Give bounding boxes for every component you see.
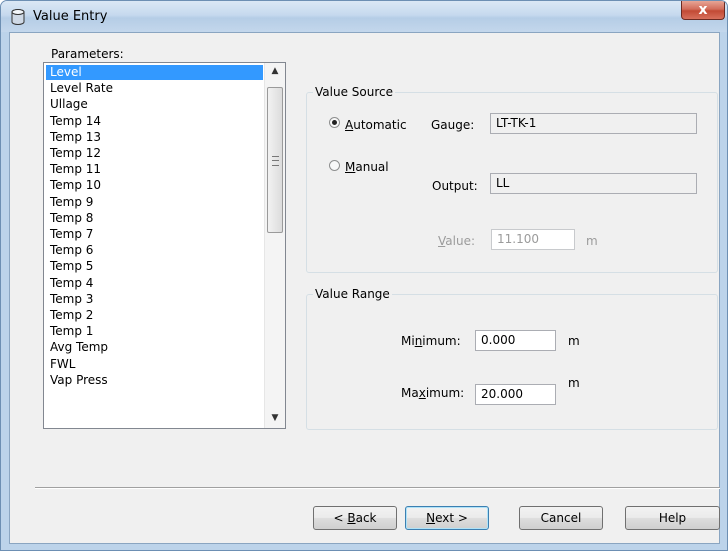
value-entry-window: Value Entry x Parameters: Level Level Rat… [0, 0, 728, 551]
back-button-key: B [347, 511, 356, 525]
parameter-list-item[interactable]: Temp 1 [46, 324, 263, 339]
manual-label-key: M [345, 160, 356, 174]
next-button-key: N [426, 511, 436, 525]
parameter-list-item[interactable]: Temp 3 [46, 292, 263, 307]
minimum-label-post: imum: [422, 334, 461, 348]
parameter-list-item[interactable]: Temp 2 [46, 308, 263, 323]
next-button-post: ext > [435, 511, 468, 525]
parameter-list-item[interactable]: Level [46, 65, 263, 80]
automatic-label-rest: utomatic [353, 118, 407, 132]
value-field[interactable]: 11.100 [491, 229, 575, 250]
title-bar[interactable]: Value Entry x [1, 1, 727, 32]
parameter-list-item[interactable]: Vap Press [46, 373, 263, 388]
parameter-list-item[interactable]: Temp 4 [46, 276, 263, 291]
minimum-input[interactable]: 0.000 [475, 330, 556, 351]
parameter-list-item[interactable]: FWL [46, 357, 263, 372]
parameter-list-item[interactable]: Avg Temp [46, 340, 263, 355]
value-source-legend: Value Source [313, 85, 395, 99]
parameter-list-item[interactable]: Level Rate [46, 81, 263, 96]
value-unit: m [586, 234, 598, 248]
parameter-list-item[interactable]: Ullage [46, 97, 263, 112]
automatic-label[interactable]: Automatic [345, 118, 407, 132]
maximum-input[interactable]: 20.000 [475, 384, 556, 405]
grip-icon [272, 156, 279, 166]
output-label: Output: [432, 179, 478, 193]
value-range-group: Value Range [306, 287, 718, 430]
scroll-down-arrow-icon[interactable]: ▼ [265, 410, 285, 427]
close-icon: x [698, 2, 708, 18]
scroll-up-arrow-icon[interactable]: ▲ [265, 63, 285, 80]
close-button[interactable]: x [681, 1, 725, 20]
back-button[interactable]: < Back [313, 506, 397, 530]
minimum-label-pre: Mi [401, 334, 415, 348]
parameter-list-item[interactable]: Temp 10 [46, 178, 263, 193]
parameters-label-text: Parameters: [51, 47, 124, 61]
value-label: Value: [438, 234, 475, 248]
maximum-label: Maximum: [401, 386, 464, 400]
parameter-list-item[interactable]: Temp 12 [46, 146, 263, 161]
button-separator [35, 487, 720, 489]
manual-label-rest: anual [355, 160, 389, 174]
minimum-unit: m [568, 334, 580, 348]
parameters-list[interactable]: Level Level Rate Ullage Temp 14 Temp 13 Temp … [43, 62, 286, 429]
parameter-list-item[interactable]: Temp 8 [46, 211, 263, 226]
maximum-label-pre: Ma [401, 386, 419, 400]
manual-radio[interactable] [329, 160, 340, 171]
help-button[interactable]: Help [625, 506, 720, 530]
parameter-list-item[interactable]: Temp 5 [46, 259, 263, 274]
maximum-unit: m [568, 376, 580, 390]
value-range-legend: Value Range [313, 287, 392, 301]
minimum-label: Minimum: [401, 334, 461, 348]
gauge-label: Gauge: [431, 118, 475, 132]
database-icon [11, 9, 25, 25]
back-button-post: ack [355, 511, 377, 525]
output-field[interactable]: LL [490, 173, 697, 194]
parameter-list-item[interactable]: Temp 13 [46, 130, 263, 145]
manual-label[interactable]: Manual [345, 160, 389, 174]
automatic-label-key: A [345, 118, 354, 132]
maximum-label-key: x [418, 386, 426, 400]
gauge-field[interactable]: LT-TK-1 [490, 113, 697, 134]
value-label-rest: alue: [445, 234, 475, 248]
parameter-list-item[interactable]: Temp 6 [46, 243, 263, 258]
parameters-scrollbar[interactable]: ▲ ▼ [264, 63, 285, 428]
window-title: Value Entry [33, 9, 108, 24]
back-button-pre: < [333, 511, 348, 525]
maximum-label-post: imum: [425, 386, 465, 400]
cancel-button[interactable]: Cancel [519, 506, 603, 530]
parameter-list-item[interactable]: Temp 9 [46, 195, 263, 210]
parameters-label: Parameters: [51, 47, 124, 61]
next-button[interactable]: Next > [405, 506, 489, 530]
parameter-list-item[interactable]: Temp 11 [46, 162, 263, 177]
automatic-radio[interactable] [329, 117, 340, 128]
parameter-list-item[interactable]: Temp 7 [46, 227, 263, 242]
parameter-list-item[interactable]: Temp 14 [46, 114, 263, 129]
scroll-thumb[interactable] [267, 87, 283, 233]
